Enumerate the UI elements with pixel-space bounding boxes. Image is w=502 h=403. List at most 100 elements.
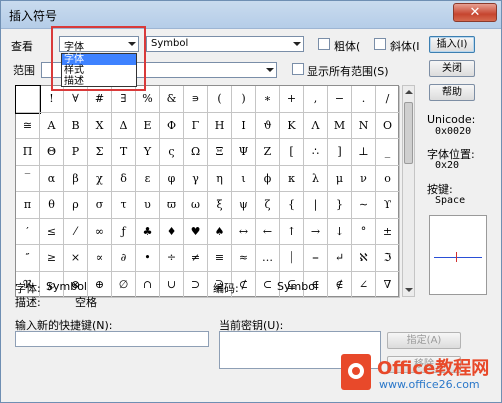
symbol-cell[interactable]: α	[40, 165, 64, 192]
symbol-cell[interactable]: ƒ	[112, 218, 136, 245]
symbol-cell[interactable]: Ω	[184, 139, 208, 166]
symbol-cell[interactable]: ≤	[40, 218, 64, 245]
symbol-cell[interactable]: [	[280, 139, 304, 166]
symbol-cell[interactable]: ♠	[208, 218, 232, 245]
symbol-cell[interactable]: ∝	[88, 245, 112, 272]
new-shortcut-input[interactable]	[15, 331, 209, 347]
symbol-cell[interactable]: ℑ	[376, 245, 400, 272]
symbol-cell[interactable]: ]	[328, 139, 352, 166]
scrollbar-thumb[interactable]	[404, 102, 413, 164]
italic-checkbox[interactable]	[374, 38, 386, 50]
symbol-cell[interactable]: ∴	[304, 139, 328, 166]
symbol-cell[interactable]: ⊃	[184, 271, 208, 298]
insert-button[interactable]: 插入(I)	[429, 36, 475, 53]
symbol-cell[interactable]: ⁄	[64, 218, 88, 245]
symbol-cell[interactable]: ϑ	[256, 112, 280, 139]
symbol-cell[interactable]: υ	[136, 192, 160, 219]
symbol-cell[interactable]: ζ	[256, 192, 280, 219]
symbol-cell[interactable]: ↑	[280, 218, 304, 245]
symbol-cell[interactable]: ⎯	[304, 245, 328, 272]
symbol-cell[interactable]: (	[208, 86, 232, 113]
symbol-cell[interactable]: ×	[64, 245, 88, 272]
symbol-cell[interactable]: Μ	[328, 112, 352, 139]
symbol-cell[interactable]: ∞	[88, 218, 112, 245]
symbol-cell[interactable]: ε	[136, 165, 160, 192]
scroll-up-icon[interactable]	[405, 90, 413, 94]
symbol-cell[interactable]: ±	[376, 218, 400, 245]
symbol-cell[interactable]: Ι	[232, 112, 256, 139]
symbol-cell[interactable]: |	[304, 192, 328, 219]
vertical-scrollbar[interactable]	[402, 85, 415, 297]
symbol-cell[interactable]: )	[232, 86, 256, 113]
symbol-cell[interactable]: Γ	[184, 112, 208, 139]
symbol-cell[interactable]: ν	[352, 165, 376, 192]
bold-checkbox[interactable]	[318, 38, 330, 50]
symbol-cell[interactable]: +	[280, 86, 304, 113]
symbol-cell[interactable]: ′	[16, 218, 40, 245]
symbol-cell[interactable]: ϖ	[160, 192, 184, 219]
symbol-cell[interactable]: ↔	[232, 218, 256, 245]
symbol-cell[interactable]: ∗	[256, 86, 280, 113]
symbol-cell[interactable]: ϕ	[256, 165, 280, 192]
symbol-cell[interactable]: Α	[40, 112, 64, 139]
symbol-cell[interactable]: ψ	[232, 192, 256, 219]
symbol-cell[interactable]: λ	[304, 165, 328, 192]
symbol-cell[interactable]: {	[280, 192, 304, 219]
symbol-cell[interactable]: Η	[208, 112, 232, 139]
symbol-cell[interactable]: Ν	[352, 112, 376, 139]
symbol-cell[interactable]: Θ	[40, 139, 64, 166]
symbol-cell[interactable]: ♦	[160, 218, 184, 245]
symbol-cell[interactable]: Φ	[160, 112, 184, 139]
close-button[interactable]: 关闭	[429, 60, 475, 77]
symbol-cell[interactable]: ↓	[328, 218, 352, 245]
symbol-cell[interactable]: φ	[160, 165, 184, 192]
symbol-cell[interactable]: ≈	[232, 245, 256, 272]
symbol-cell[interactable]: ⊥	[352, 139, 376, 166]
symbol-cell[interactable]: π	[16, 192, 40, 219]
symbol-cell[interactable]: &	[160, 86, 184, 113]
symbol-cell[interactable]: Ο	[376, 112, 400, 139]
symbol-cell[interactable]: γ	[184, 165, 208, 192]
symbol-cell[interactable]: ∇	[376, 271, 400, 298]
symbol-cell[interactable]: ξ	[208, 192, 232, 219]
symbol-cell[interactable]: ∩	[136, 271, 160, 298]
symbol-cell[interactable]: ∂	[112, 245, 136, 272]
symbol-cell[interactable]: Τ	[112, 139, 136, 166]
symbol-cell[interactable]: ≡	[208, 245, 232, 272]
symbol-cell[interactable]: Β	[64, 112, 88, 139]
symbol-cell[interactable]: →	[304, 218, 328, 245]
symbol-cell[interactable]: ≅	[16, 112, 40, 139]
symbol-cell[interactable]: ≠	[184, 245, 208, 272]
symbol-cell[interactable]: Ξ	[208, 139, 232, 166]
symbol-cell[interactable]: ÷	[160, 245, 184, 272]
symbol-cell[interactable]: _	[376, 139, 400, 166]
help-button[interactable]: 帮助	[429, 84, 475, 101]
symbol-cell[interactable]: ο	[376, 165, 400, 192]
symbol-cell[interactable]: Ζ	[256, 139, 280, 166]
symbol-cell[interactable]: ↵	[328, 245, 352, 272]
symbol-cell[interactable]: ω	[184, 192, 208, 219]
symbol-cell[interactable]: ς	[160, 139, 184, 166]
symbol-cell[interactable]: Κ	[280, 112, 304, 139]
symbol-cell[interactable]: Δ	[112, 112, 136, 139]
assign-button[interactable]: 指定(A)	[387, 332, 461, 349]
symbol-cell[interactable]: /	[376, 86, 400, 113]
symbol-cell[interactable]: μ	[328, 165, 352, 192]
symbol-cell[interactable]: σ	[88, 192, 112, 219]
symbol-cell[interactable]: Ψ	[232, 139, 256, 166]
font-select[interactable]: Symbol	[146, 36, 304, 52]
symbol-cell[interactable]: ″	[16, 245, 40, 272]
symbol-cell[interactable]: θ	[40, 192, 64, 219]
symbol-cell[interactable]: ℵ	[352, 245, 376, 272]
symbol-cell[interactable]: ∉	[328, 271, 352, 298]
symbol-cell[interactable]: ⏐	[280, 245, 304, 272]
symbol-cell[interactable]: ∅	[112, 271, 136, 298]
symbol-cell[interactable]: ∼	[352, 192, 376, 219]
symbol-cell[interactable]: Π	[16, 139, 40, 166]
show-all-checkbox[interactable]	[292, 63, 304, 75]
symbol-cell[interactable]: δ	[112, 165, 136, 192]
symbol-cell[interactable]: ∍	[184, 86, 208, 113]
symbol-cell[interactable]: …	[256, 245, 280, 272]
symbol-cell[interactable]: ∠	[352, 271, 376, 298]
scroll-down-icon[interactable]	[405, 288, 413, 292]
